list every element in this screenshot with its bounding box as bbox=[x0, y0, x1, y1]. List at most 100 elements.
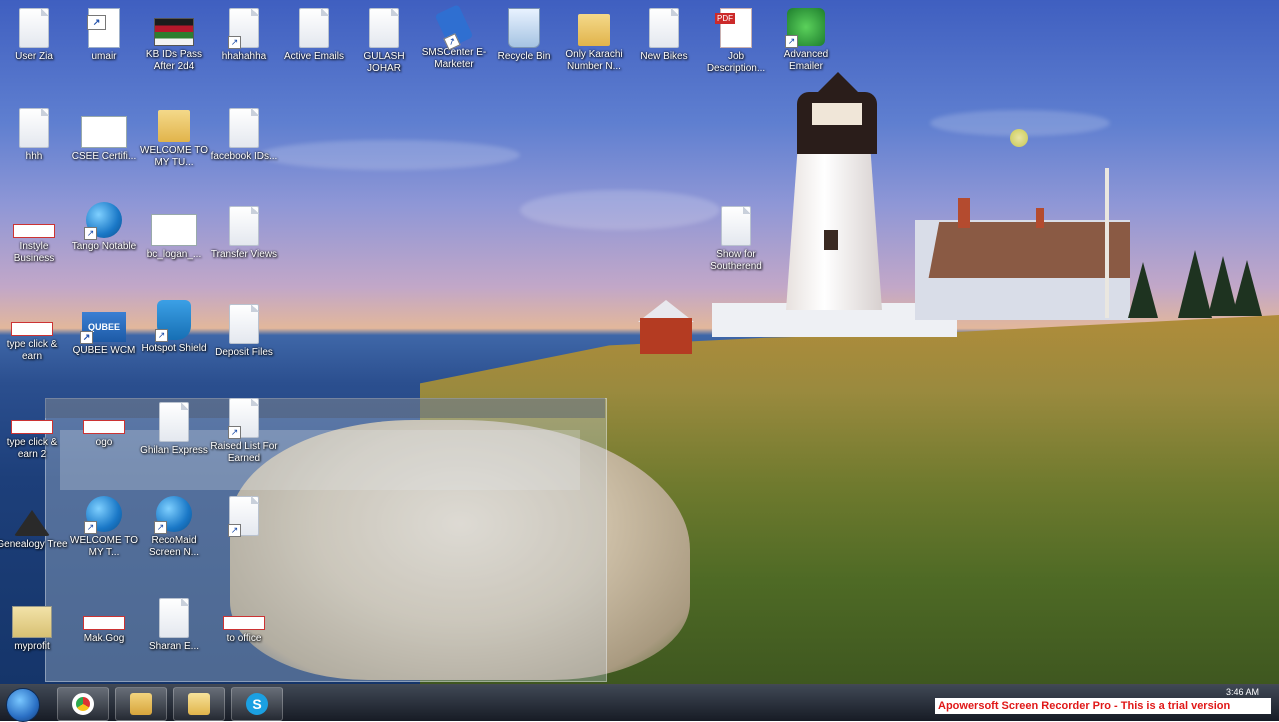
desktop-icon[interactable]: QUBEEQUBEE WCM bbox=[68, 304, 140, 357]
flag-image-icon bbox=[154, 18, 194, 46]
icon-label: type click & earn 2 bbox=[6, 437, 58, 460]
desktop-icon[interactable]: KB IDs Pass After 2d4 bbox=[138, 8, 210, 73]
icon-label: WELCOME TO MY TU... bbox=[140, 145, 208, 168]
shortcut-icon bbox=[223, 616, 265, 630]
red-shed bbox=[640, 318, 692, 354]
desktop-icon[interactable]: type click & earn 2 bbox=[0, 402, 68, 461]
icon-label: ogo bbox=[95, 437, 113, 448]
recycle-bin-icon bbox=[508, 8, 540, 48]
desktop-icon[interactable]: to office bbox=[208, 598, 280, 645]
desktop-icon[interactable]: Ghilan Express bbox=[138, 402, 210, 457]
taskbar-skype-button[interactable]: S bbox=[231, 687, 283, 721]
folder-icon bbox=[158, 110, 190, 142]
desktop-icon[interactable]: Raised List For Earned bbox=[208, 398, 280, 465]
system-clock[interactable]: 3:46 AM bbox=[1226, 687, 1259, 697]
desktop-icon[interactable]: hhh bbox=[0, 108, 70, 163]
icon-label: Transfer Views bbox=[210, 249, 278, 260]
file-icon bbox=[19, 108, 49, 148]
icon-label: Only Karachi Number N... bbox=[565, 49, 623, 72]
desktop-icon[interactable]: hhahahha bbox=[208, 8, 280, 63]
image-thumbnail-icon bbox=[151, 214, 197, 246]
desktop-icon[interactable]: facebook IDs... bbox=[208, 108, 280, 163]
internet-explorer-icon bbox=[84, 496, 122, 534]
file-icon bbox=[229, 206, 259, 246]
icon-label: myprofit bbox=[14, 641, 50, 652]
pine-tree bbox=[1208, 256, 1238, 316]
icon-label: Deposit Files bbox=[215, 347, 273, 358]
desktop-icon[interactable]: GULASH JOHAR bbox=[348, 8, 420, 75]
desktop-icon[interactable]: User Zia bbox=[0, 8, 70, 63]
desktop-icon[interactable]: ogo bbox=[68, 402, 140, 449]
logo-image-icon bbox=[83, 420, 125, 434]
desktop-icon[interactable]: SMSCenter E-Marketer bbox=[418, 4, 490, 71]
desktop-icon[interactable]: Show for Southerend bbox=[700, 206, 772, 273]
taskbar-explorer-button[interactable] bbox=[115, 687, 167, 721]
icon-label: KB IDs Pass After 2d4 bbox=[145, 49, 203, 72]
icon-label: WELCOME TO MY T... bbox=[70, 535, 138, 558]
desktop-icon[interactable]: Hotspot Shield bbox=[138, 300, 210, 355]
icon-label: New Bikes bbox=[640, 51, 688, 62]
desktop-icon[interactable]: type click & earn bbox=[0, 304, 68, 363]
lighthouse-window bbox=[824, 230, 838, 250]
desktop-wallpaper: User Zia umair KB IDs Pass After 2d4 hha… bbox=[0, 0, 1279, 684]
logo-image-icon bbox=[83, 616, 125, 630]
icon-label: User Zia bbox=[15, 51, 53, 62]
icon-label: Instyle Business bbox=[13, 241, 55, 264]
icon-label: GULASH JOHAR bbox=[363, 51, 405, 74]
desktop-icon[interactable]: CSEE Certifi... bbox=[68, 108, 140, 163]
icon-label: Recycle Bin bbox=[497, 51, 551, 62]
certificate-icon bbox=[81, 116, 127, 148]
screen-recorder-icon bbox=[154, 496, 192, 534]
desktop-icon[interactable]: Job Description... bbox=[700, 8, 772, 75]
file-icon bbox=[721, 206, 751, 246]
folder-icon bbox=[578, 14, 610, 46]
desktop-icon[interactable]: RecoMaid Screen N... bbox=[138, 496, 210, 559]
desktop-icon[interactable]: WELCOME TO MY TU... bbox=[138, 104, 210, 169]
icon-label: Mak.Gog bbox=[83, 633, 125, 644]
file-icon bbox=[159, 598, 189, 638]
desktop-icon[interactable]: Sharan E... bbox=[138, 598, 210, 653]
desktop-icon[interactable]: myprofit bbox=[0, 598, 68, 653]
desktop-icon[interactable]: Genealogy Tree bbox=[0, 500, 68, 551]
desktop-icon[interactable]: Mak.Gog bbox=[68, 598, 140, 645]
start-button[interactable] bbox=[6, 688, 40, 722]
file-icon bbox=[369, 8, 399, 48]
desktop-icon[interactable]: umair bbox=[68, 8, 140, 63]
desktop-icon[interactable]: Advanced Emailer bbox=[770, 8, 842, 73]
icon-label: Sharan E... bbox=[148, 641, 200, 652]
desktop-icon[interactable]: New Bikes bbox=[628, 8, 700, 63]
desktop-icon[interactable]: WELCOME TO MY T... bbox=[68, 496, 140, 559]
excel-file-icon bbox=[228, 8, 259, 49]
desktop-icon[interactable]: Recycle Bin bbox=[488, 8, 560, 63]
chrome-icon bbox=[72, 693, 94, 715]
icon-label: RecoMaid Screen N... bbox=[148, 535, 200, 558]
desktop-icon[interactable]: Only Karachi Number N... bbox=[558, 8, 630, 73]
icon-label: umair bbox=[91, 51, 117, 62]
pdf-icon bbox=[715, 8, 752, 48]
icon-label: facebook IDs... bbox=[210, 151, 278, 162]
icon-label: Hotspot Shield bbox=[141, 343, 207, 354]
icon-label: to office bbox=[226, 633, 262, 644]
icon-label: Advanced Emailer bbox=[783, 49, 829, 72]
icon-label: bc_logan_... bbox=[146, 249, 202, 260]
word-document-icon bbox=[87, 8, 120, 48]
desktop-icon[interactable]: bc_logan_... bbox=[138, 206, 210, 261]
desktop-icon[interactable]: Instyle Business bbox=[0, 206, 70, 265]
qubee-app-icon: QUBEE bbox=[80, 312, 126, 344]
desktop-icon[interactable]: Tango Notable bbox=[68, 202, 140, 253]
business-card-icon bbox=[13, 224, 55, 238]
link-icon bbox=[11, 420, 53, 434]
file-icon bbox=[299, 8, 329, 48]
desktop-icon[interactable]: Active Emails bbox=[278, 8, 350, 63]
taskbar-folder-button[interactable] bbox=[173, 687, 225, 721]
file-icon bbox=[649, 8, 679, 48]
desktop-icon[interactable] bbox=[208, 496, 280, 539]
desktop-icon[interactable]: Transfer Views bbox=[208, 206, 280, 261]
icon-label: SMSCenter E-Marketer bbox=[421, 47, 487, 70]
explorer-icon bbox=[130, 693, 152, 715]
icon-label: Ghilan Express bbox=[140, 445, 208, 456]
icon-label: Tango Notable bbox=[71, 241, 137, 252]
taskbar-chrome-button[interactable] bbox=[57, 687, 109, 721]
link-icon bbox=[11, 322, 53, 336]
desktop-icon[interactable]: Deposit Files bbox=[208, 304, 280, 359]
